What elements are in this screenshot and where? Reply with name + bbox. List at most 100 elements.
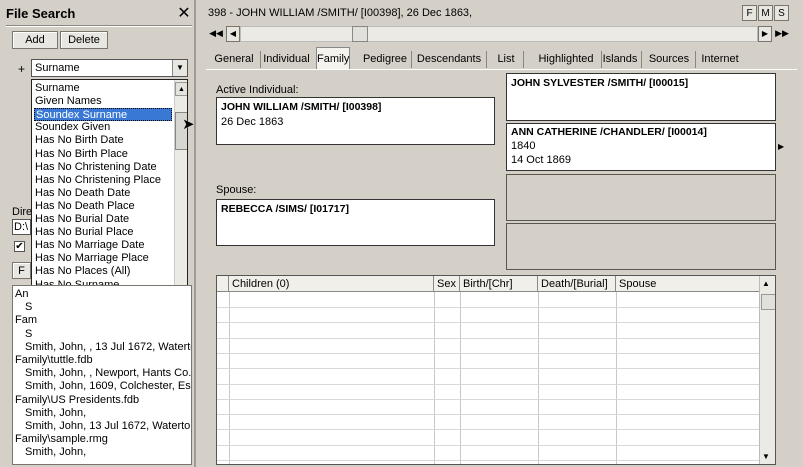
result-item[interactable]: Smith, John, 1609, Colchester, Es xyxy=(25,380,191,393)
dropdown-option[interactable]: Has No Christening Date xyxy=(34,161,173,174)
tab-internet[interactable]: Internet xyxy=(697,50,743,69)
grid-line xyxy=(217,398,759,400)
dropdown-option[interactable]: Has No Marriage Place xyxy=(34,252,173,265)
grid-scrollbar[interactable]: ▲ ▼ xyxy=(759,276,775,464)
active-individual-date: 26 Dec 1863 xyxy=(221,116,284,128)
dropdown-option[interactable]: Has No Death Place xyxy=(34,200,173,213)
father-button[interactable]: F xyxy=(742,5,757,21)
dropdown-option[interactable]: Has No Places (All) xyxy=(34,265,173,278)
col-children[interactable]: Children (0) xyxy=(229,276,434,292)
spouse-button[interactable]: S xyxy=(774,5,789,21)
close-icon[interactable]: ✕ xyxy=(176,3,192,23)
dropdown-option[interactable]: Soundex Surname xyxy=(34,108,172,122)
tab-islands[interactable]: Islands xyxy=(600,50,640,69)
grid-line xyxy=(217,460,759,461)
grid-line xyxy=(217,414,759,416)
active-individual-box[interactable]: JOHN WILLIAM /SMITH/ [I00398] 26 Dec 186… xyxy=(216,97,495,145)
grid-line xyxy=(217,307,759,308)
mother-death: 14 Oct 1869 xyxy=(511,154,571,166)
result-item[interactable]: Smith, John, 13 Jul 1672, Waterto xyxy=(25,420,190,433)
delete-button[interactable]: Delete xyxy=(60,31,108,49)
dropdown-option[interactable]: Has No Death Date xyxy=(34,187,173,200)
col-birth[interactable]: Birth/[Chr] xyxy=(460,276,538,292)
tab-list[interactable]: List xyxy=(490,50,522,69)
grid-line xyxy=(434,292,435,464)
search-field-select[interactable]: Surname xyxy=(31,59,188,77)
record-title: 398 - JOHN WILLIAM /SMITH/ [I00398], 26 … xyxy=(208,7,473,19)
last-record-icon[interactable]: ▶▶ xyxy=(773,26,791,42)
dropdown-option[interactable]: Has No Birth Place xyxy=(34,148,173,161)
tab-family[interactable]: Family xyxy=(316,47,350,70)
col-sex[interactable]: Sex xyxy=(434,276,460,292)
mouse-cursor-icon: ➤ xyxy=(182,116,195,133)
spouse-mother-box[interactable] xyxy=(506,223,776,270)
scroll-up-icon[interactable]: ▲ xyxy=(762,279,770,288)
dropdown-option[interactable]: Given Names xyxy=(34,95,173,108)
result-item[interactable]: Smith, John, , 13 Jul 1672, Waterto xyxy=(25,341,191,354)
active-individual-name: JOHN WILLIAM /SMITH/ [I00398] xyxy=(221,101,382,113)
tab-pedigree[interactable]: Pedigree xyxy=(360,50,410,69)
dropdown-option[interactable]: Has No Burial Date xyxy=(34,213,173,226)
dropdown-option[interactable]: Has No Marriage Date xyxy=(34,239,173,252)
mother-button[interactable]: M xyxy=(758,5,773,21)
chevron-down-icon[interactable]: ▼ xyxy=(172,60,187,76)
grid-line xyxy=(217,368,759,370)
result-item[interactable]: Smith, John, , Newport, Hants Co. xyxy=(25,367,191,380)
grid-line xyxy=(217,383,759,385)
record-scroll-thumb[interactable] xyxy=(352,26,368,42)
result-item[interactable]: Family\tuttle.fdb xyxy=(15,354,93,367)
tab-separator xyxy=(411,51,412,68)
result-item[interactable]: S xyxy=(25,328,32,341)
include-checkbox[interactable]: ✔ xyxy=(14,241,25,252)
tab-highlighted[interactable]: Highlighted xyxy=(532,50,600,69)
scroll-up-icon[interactable]: ▲ xyxy=(175,82,187,96)
add-button[interactable]: Add xyxy=(12,31,58,49)
tab-sources[interactable]: Sources xyxy=(644,50,694,69)
file-search-title: File Search xyxy=(6,6,76,21)
result-item[interactable]: Fam xyxy=(15,314,37,327)
tab-separator xyxy=(523,51,524,68)
tab-individual[interactable]: Individual xyxy=(259,50,314,69)
tab-general[interactable]: General xyxy=(209,50,259,69)
dropdown-option[interactable]: Has No Burial Place xyxy=(34,226,173,239)
scroll-thumb[interactable] xyxy=(761,294,775,310)
result-item[interactable]: Family\US Presidents.fdb xyxy=(15,394,139,407)
result-item[interactable]: S xyxy=(25,301,32,314)
divider xyxy=(6,25,192,27)
first-record-icon[interactable]: ◀◀ xyxy=(207,26,225,42)
search-results-list[interactable]: An S Fam S Smith, John, , 13 Jul 1672, Water… xyxy=(12,285,192,465)
col-death[interactable]: Death/[Burial] xyxy=(538,276,616,292)
grid-line xyxy=(616,292,617,464)
expand-plus-icon[interactable]: + xyxy=(18,62,25,76)
dropdown-option[interactable]: Soundex Given xyxy=(34,121,173,134)
tab-separator xyxy=(695,51,696,68)
col-spouse[interactable]: Spouse xyxy=(616,276,759,292)
record-scrollbar[interactable] xyxy=(240,26,758,42)
expand-right-icon[interactable]: ▶ xyxy=(778,142,784,151)
grid-line xyxy=(217,322,759,324)
dropdown-option[interactable]: Surname xyxy=(34,82,173,95)
grid-line xyxy=(217,337,759,339)
children-grid[interactable]: Children (0) Sex Birth/[Chr] Death/[Buri… xyxy=(216,275,776,465)
spouse-father-box[interactable] xyxy=(506,174,776,221)
scroll-down-icon[interactable]: ▼ xyxy=(762,452,770,461)
result-item[interactable]: Smith, John, xyxy=(25,407,86,420)
grid-line xyxy=(229,292,230,464)
next-record-icon[interactable]: ▶ xyxy=(758,26,772,42)
find-button[interactable]: F xyxy=(12,262,31,279)
mother-box[interactable]: ANN CATHERINE /CHANDLER/ [I00014] 1840 1… xyxy=(506,123,776,171)
directory-field[interactable]: D:\ xyxy=(12,219,31,235)
dropdown-option[interactable]: Has No Christening Place xyxy=(34,174,173,187)
result-item[interactable]: An xyxy=(15,288,28,301)
result-item[interactable]: Smith, John, xyxy=(25,446,86,459)
prev-record-icon[interactable]: ◀ xyxy=(226,26,240,42)
spouse-box[interactable]: REBECCA /SIMS/ [I01717] xyxy=(216,199,495,246)
dropdown-option[interactable]: Has No Birth Date xyxy=(34,134,173,147)
tab-descendants[interactable]: Descendants xyxy=(413,50,485,69)
mother-name: ANN CATHERINE /CHANDLER/ [I00014] xyxy=(511,126,707,138)
grid-line xyxy=(217,352,759,354)
father-box[interactable]: JOHN SYLVESTER /SMITH/ [I00015] xyxy=(506,73,776,121)
result-item[interactable]: Family\sample.rmg xyxy=(15,433,108,446)
spouse-name: REBECCA /SIMS/ [I01717] xyxy=(221,203,349,215)
tab-separator xyxy=(641,51,642,68)
